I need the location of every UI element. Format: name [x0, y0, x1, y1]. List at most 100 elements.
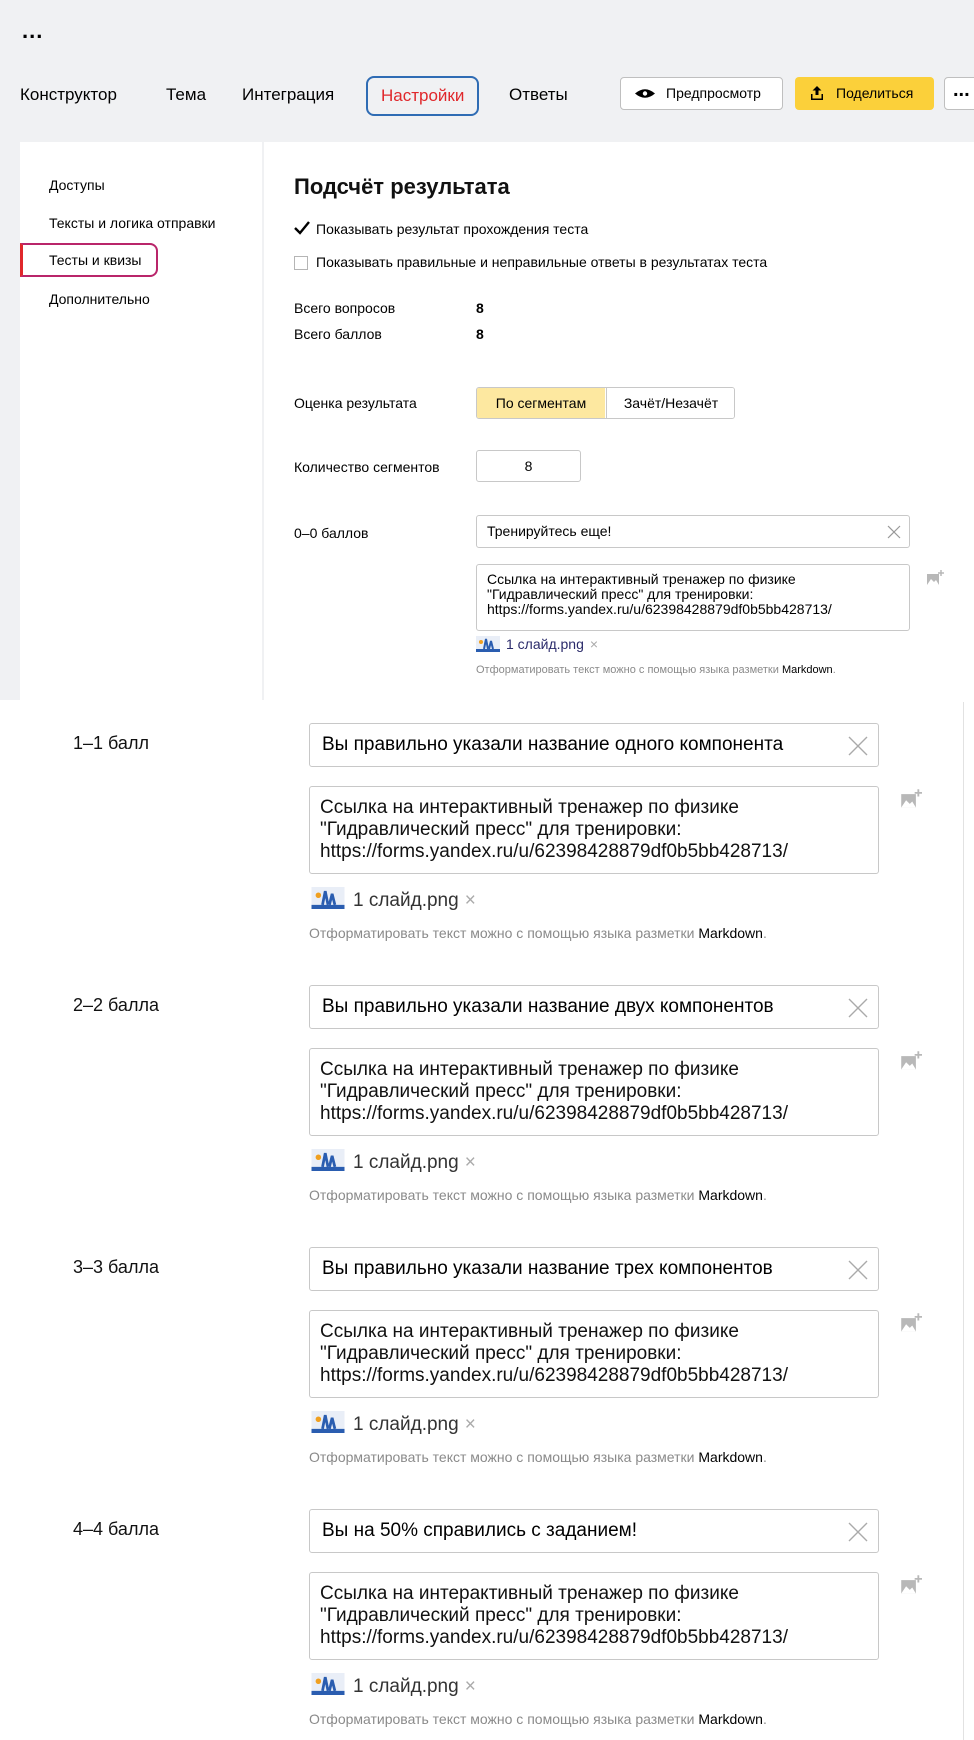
add-image-icon[interactable] — [900, 1313, 922, 1333]
clear-icon[interactable] — [848, 1260, 868, 1280]
image-thumbnail-icon — [476, 636, 500, 652]
sidebar-item-access[interactable]: Доступы — [49, 177, 105, 193]
segment-range-label: 1–1 балл — [73, 733, 149, 753]
markdown-hint: Отформатировать текст можно с помощью яз… — [309, 1449, 767, 1465]
clear-icon[interactable] — [848, 1522, 868, 1542]
add-image-icon[interactable] — [900, 1051, 922, 1071]
remove-attachment-icon[interactable]: × — [590, 636, 598, 652]
segment-range-label: 0–0 баллов — [294, 525, 369, 541]
sidebar-item-additional[interactable]: Дополнительно — [49, 291, 150, 307]
tab-answers[interactable]: Ответы — [509, 78, 568, 112]
hint-text: Отформатировать текст можно с помощью яз… — [476, 664, 782, 676]
segment-title-value: Вы правильно указали название одного ком… — [322, 734, 784, 755]
attachment-name: 1 слайд.png — [506, 636, 584, 652]
remove-attachment-icon[interactable]: × — [465, 890, 476, 911]
eye-icon — [635, 89, 655, 98]
more-menu-icon[interactable]: ... — [22, 20, 43, 42]
attachment[interactable]: 1 слайд.png × — [309, 1149, 476, 1174]
segment-title-input[interactable]: Вы на 50% справились с заданием! — [309, 1509, 879, 1553]
add-image-icon[interactable] — [900, 789, 922, 809]
attachment[interactable]: 1 слайд.png × — [309, 887, 476, 912]
image-thumbnail-icon — [311, 1411, 345, 1433]
segment-title-input[interactable]: Вы правильно указали название одного ком… — [309, 723, 879, 767]
segment-text-area[interactable]: Ссылка на интерактивный тренажер по физи… — [309, 1572, 879, 1660]
image-thumbnail-icon — [311, 1149, 345, 1171]
show-result-checkbox-row[interactable]: Показывать результат прохождения теста — [294, 220, 588, 238]
segment-text-area[interactable]: Ссылка на интерактивный тренажер по физи… — [309, 1048, 879, 1136]
markdown-link[interactable]: Markdown — [698, 925, 763, 941]
tab-integration[interactable]: Интеграция — [242, 78, 334, 112]
remove-attachment-icon[interactable]: × — [465, 1676, 476, 1697]
segment-text-area[interactable]: Ссылка на интерактивный тренажер по физи… — [476, 564, 910, 631]
clear-icon[interactable] — [848, 736, 868, 756]
image-thumbnail-icon — [311, 1673, 345, 1695]
attachment[interactable]: 1 слайд.png × — [476, 636, 598, 652]
results-settings: Подсчёт результата Показывать результат … — [264, 142, 974, 700]
markdown-link[interactable]: Markdown — [698, 1711, 763, 1727]
clear-icon[interactable] — [848, 998, 868, 1018]
tab-settings[interactable]: Настройки — [366, 76, 480, 116]
settings-panel: ... Конструктор Тема Интеграция Настройк… — [0, 0, 974, 700]
evaluation-option-segments[interactable]: По сегментам — [477, 388, 605, 418]
divider — [963, 702, 964, 1740]
segments-count-label: Количество сегментов — [294, 459, 440, 475]
attachment-name: 1 слайд.png — [353, 1152, 459, 1173]
hint-end: . — [762, 1187, 767, 1203]
more-button[interactable]: ... — [944, 77, 974, 110]
checkbox-checked[interactable] — [294, 221, 310, 237]
segment-title-value: Вы на 50% справились с заданием! — [322, 1520, 637, 1541]
segment-range-label: 3–3 балла — [73, 1257, 159, 1277]
evaluation-segmented-control: По сегментам Зачёт/Незачёт — [476, 387, 735, 419]
tab-theme[interactable]: Тема — [166, 78, 206, 112]
attachment[interactable]: 1 слайд.png × — [309, 1411, 476, 1436]
add-image-icon[interactable] — [926, 570, 944, 586]
segment-range-label: 2–2 балла — [73, 995, 159, 1015]
segment-title-value: Вы правильно указали название трех компо… — [322, 1258, 773, 1279]
hint-end: . — [762, 1449, 767, 1465]
markdown-hint: Отформатировать текст можно с помощью яз… — [476, 664, 836, 676]
clear-icon[interactable] — [887, 525, 901, 539]
evaluation-label: Оценка результата — [294, 395, 417, 411]
attachment-name: 1 слайд.png — [353, 890, 459, 911]
page-title: Подсчёт результата — [294, 174, 510, 199]
segment-title-input[interactable]: Вы правильно указали название двух компо… — [309, 985, 879, 1029]
segment-range-label: 4–4 балла — [73, 1519, 159, 1539]
sidebar-item-tests-quizzes[interactable]: Тесты и квизы — [20, 243, 158, 277]
sidebar-item-texts-logic[interactable]: Тексты и логика отправки — [49, 215, 215, 231]
attachment[interactable]: 1 слайд.png × — [309, 1673, 476, 1698]
tab-constructor[interactable]: Конструктор — [20, 78, 117, 112]
upload-icon — [811, 86, 823, 100]
share-label: Поделиться — [836, 85, 914, 101]
hint-text: Отформатировать текст можно с помощью яз… — [309, 1711, 699, 1727]
settings-sidebar: Доступы Тексты и логика отправки Тесты и… — [20, 142, 262, 700]
show-answers-checkbox-row[interactable]: Показывать правильные и неправильные отв… — [294, 253, 767, 271]
evaluation-option-pass-fail[interactable]: Зачёт/Незачёт — [606, 388, 734, 418]
markdown-link[interactable]: Markdown — [698, 1187, 763, 1203]
image-thumbnail-icon — [311, 887, 345, 909]
segments-count-input[interactable]: 8 — [476, 450, 581, 482]
hint-end: . — [762, 1711, 767, 1727]
preview-button[interactable]: Предпросмотр — [620, 77, 783, 110]
hint-end: . — [762, 925, 767, 941]
remove-attachment-icon[interactable]: × — [465, 1414, 476, 1435]
hint-end: . — [832, 664, 836, 676]
markdown-hint: Отформатировать текст можно с помощью яз… — [309, 1711, 767, 1727]
show-answers-label: Показывать правильные и неправильные отв… — [316, 254, 768, 270]
total-points-label: Всего баллов — [294, 326, 382, 342]
segment-text-area[interactable]: Ссылка на интерактивный тренажер по физи… — [309, 786, 879, 874]
segment-title-input[interactable]: Вы правильно указали название трех компо… — [309, 1247, 879, 1291]
markdown-hint: Отформатировать текст можно с помощью яз… — [309, 1187, 767, 1203]
attachment-name: 1 слайд.png — [353, 1414, 459, 1435]
add-image-icon[interactable] — [900, 1575, 922, 1595]
segment-title-input[interactable]: Тренируйтесь еще! — [476, 515, 910, 548]
segment-text-area[interactable]: Ссылка на интерактивный тренажер по физи… — [309, 1310, 879, 1398]
markdown-link[interactable]: Markdown — [698, 1449, 763, 1465]
checkbox-unchecked[interactable] — [294, 256, 308, 270]
markdown-hint: Отформатировать текст можно с помощью яз… — [309, 925, 767, 941]
markdown-link[interactable]: Markdown — [782, 664, 833, 676]
share-button[interactable]: Поделиться — [795, 77, 934, 110]
attachment-name: 1 слайд.png — [353, 1676, 459, 1697]
total-questions-value: 8 — [476, 300, 484, 316]
remove-attachment-icon[interactable]: × — [465, 1152, 476, 1173]
segment-title-value: Вы правильно указали название двух компо… — [322, 996, 774, 1017]
